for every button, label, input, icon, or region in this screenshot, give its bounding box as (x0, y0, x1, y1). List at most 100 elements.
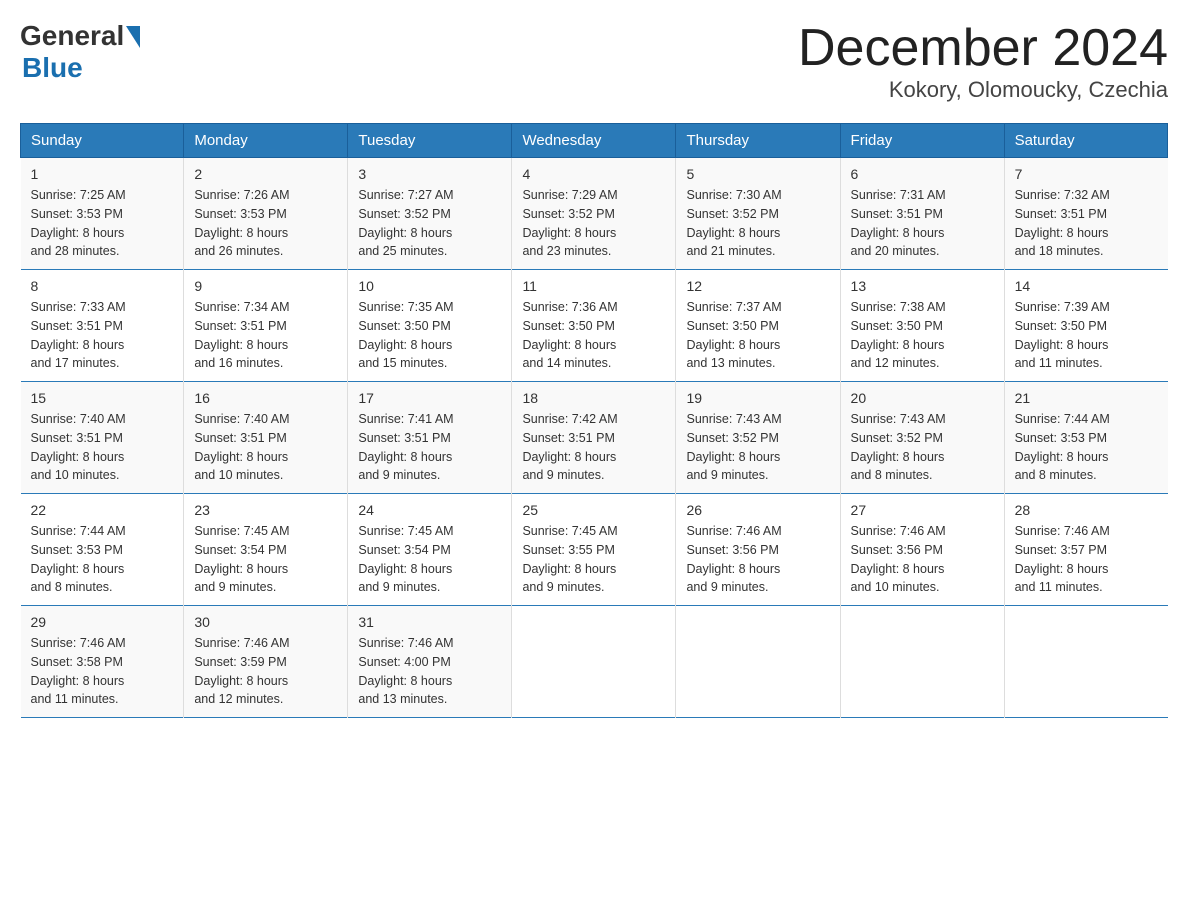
header-wednesday: Wednesday (512, 124, 676, 158)
day-cell: 3 Sunrise: 7:27 AMSunset: 3:52 PMDayligh… (348, 158, 512, 270)
day-cell: 7 Sunrise: 7:32 AMSunset: 3:51 PMDayligh… (1004, 158, 1167, 270)
day-info: Sunrise: 7:29 AMSunset: 3:52 PMDaylight:… (522, 186, 665, 261)
day-number: 10 (358, 278, 501, 294)
day-info: Sunrise: 7:30 AMSunset: 3:52 PMDaylight:… (686, 186, 829, 261)
day-info: Sunrise: 7:40 AMSunset: 3:51 PMDaylight:… (31, 410, 174, 485)
day-info: Sunrise: 7:46 AMSunset: 4:00 PMDaylight:… (358, 634, 501, 709)
day-number: 13 (851, 278, 994, 294)
day-info: Sunrise: 7:41 AMSunset: 3:51 PMDaylight:… (358, 410, 501, 485)
day-number: 28 (1015, 502, 1158, 518)
day-number: 12 (686, 278, 829, 294)
day-number: 18 (522, 390, 665, 406)
week-row-4: 22 Sunrise: 7:44 AMSunset: 3:53 PMDaylig… (21, 494, 1168, 606)
day-number: 3 (358, 166, 501, 182)
day-number: 20 (851, 390, 994, 406)
logo-blue-text: Blue (22, 52, 83, 84)
day-cell: 14 Sunrise: 7:39 AMSunset: 3:50 PMDaylig… (1004, 270, 1167, 382)
week-row-1: 1 Sunrise: 7:25 AMSunset: 3:53 PMDayligh… (21, 158, 1168, 270)
day-number: 29 (31, 614, 174, 630)
day-number: 16 (194, 390, 337, 406)
day-number: 14 (1015, 278, 1158, 294)
logo-general-text: General (20, 20, 124, 52)
day-cell: 27 Sunrise: 7:46 AMSunset: 3:56 PMDaylig… (840, 494, 1004, 606)
day-cell: 28 Sunrise: 7:46 AMSunset: 3:57 PMDaylig… (1004, 494, 1167, 606)
page-header: General Blue December 2024 Kokory, Olomo… (20, 20, 1168, 103)
header-sunday: Sunday (21, 124, 184, 158)
week-row-5: 29 Sunrise: 7:46 AMSunset: 3:58 PMDaylig… (21, 606, 1168, 718)
day-info: Sunrise: 7:34 AMSunset: 3:51 PMDaylight:… (194, 298, 337, 373)
page-subtitle: Kokory, Olomoucky, Czechia (798, 77, 1168, 103)
header-monday: Monday (184, 124, 348, 158)
header-tuesday: Tuesday (348, 124, 512, 158)
day-cell: 2 Sunrise: 7:26 AMSunset: 3:53 PMDayligh… (184, 158, 348, 270)
day-info: Sunrise: 7:44 AMSunset: 3:53 PMDaylight:… (31, 522, 174, 597)
logo-arrow-icon (126, 26, 140, 48)
day-info: Sunrise: 7:39 AMSunset: 3:50 PMDaylight:… (1015, 298, 1158, 373)
day-cell: 23 Sunrise: 7:45 AMSunset: 3:54 PMDaylig… (184, 494, 348, 606)
header-thursday: Thursday (676, 124, 840, 158)
day-number: 15 (31, 390, 174, 406)
day-cell: 31 Sunrise: 7:46 AMSunset: 4:00 PMDaylig… (348, 606, 512, 718)
day-number: 23 (194, 502, 337, 518)
day-number: 22 (31, 502, 174, 518)
day-number: 21 (1015, 390, 1158, 406)
day-info: Sunrise: 7:36 AMSunset: 3:50 PMDaylight:… (522, 298, 665, 373)
day-number: 11 (522, 278, 665, 294)
day-number: 9 (194, 278, 337, 294)
day-info: Sunrise: 7:31 AMSunset: 3:51 PMDaylight:… (851, 186, 994, 261)
day-cell: 15 Sunrise: 7:40 AMSunset: 3:51 PMDaylig… (21, 382, 184, 494)
day-info: Sunrise: 7:45 AMSunset: 3:54 PMDaylight:… (358, 522, 501, 597)
day-info: Sunrise: 7:46 AMSunset: 3:57 PMDaylight:… (1015, 522, 1158, 597)
day-info: Sunrise: 7:25 AMSunset: 3:53 PMDaylight:… (31, 186, 174, 261)
day-number: 4 (522, 166, 665, 182)
day-cell (1004, 606, 1167, 718)
day-info: Sunrise: 7:35 AMSunset: 3:50 PMDaylight:… (358, 298, 501, 373)
header-friday: Friday (840, 124, 1004, 158)
day-cell (840, 606, 1004, 718)
day-number: 6 (851, 166, 994, 182)
day-cell: 22 Sunrise: 7:44 AMSunset: 3:53 PMDaylig… (21, 494, 184, 606)
day-info: Sunrise: 7:45 AMSunset: 3:55 PMDaylight:… (522, 522, 665, 597)
day-number: 8 (31, 278, 174, 294)
day-info: Sunrise: 7:45 AMSunset: 3:54 PMDaylight:… (194, 522, 337, 597)
day-info: Sunrise: 7:37 AMSunset: 3:50 PMDaylight:… (686, 298, 829, 373)
page-title: December 2024 (798, 20, 1168, 77)
day-cell: 25 Sunrise: 7:45 AMSunset: 3:55 PMDaylig… (512, 494, 676, 606)
day-info: Sunrise: 7:26 AMSunset: 3:53 PMDaylight:… (194, 186, 337, 261)
week-row-3: 15 Sunrise: 7:40 AMSunset: 3:51 PMDaylig… (21, 382, 1168, 494)
day-info: Sunrise: 7:43 AMSunset: 3:52 PMDaylight:… (686, 410, 829, 485)
day-cell: 1 Sunrise: 7:25 AMSunset: 3:53 PMDayligh… (21, 158, 184, 270)
day-cell: 12 Sunrise: 7:37 AMSunset: 3:50 PMDaylig… (676, 270, 840, 382)
day-info: Sunrise: 7:32 AMSunset: 3:51 PMDaylight:… (1015, 186, 1158, 261)
day-cell: 16 Sunrise: 7:40 AMSunset: 3:51 PMDaylig… (184, 382, 348, 494)
day-cell: 24 Sunrise: 7:45 AMSunset: 3:54 PMDaylig… (348, 494, 512, 606)
day-number: 30 (194, 614, 337, 630)
day-cell: 21 Sunrise: 7:44 AMSunset: 3:53 PMDaylig… (1004, 382, 1167, 494)
day-cell: 26 Sunrise: 7:46 AMSunset: 3:56 PMDaylig… (676, 494, 840, 606)
day-info: Sunrise: 7:44 AMSunset: 3:53 PMDaylight:… (1015, 410, 1158, 485)
day-info: Sunrise: 7:46 AMSunset: 3:58 PMDaylight:… (31, 634, 174, 709)
day-info: Sunrise: 7:42 AMSunset: 3:51 PMDaylight:… (522, 410, 665, 485)
day-cell: 17 Sunrise: 7:41 AMSunset: 3:51 PMDaylig… (348, 382, 512, 494)
day-cell (512, 606, 676, 718)
day-cell: 11 Sunrise: 7:36 AMSunset: 3:50 PMDaylig… (512, 270, 676, 382)
week-row-2: 8 Sunrise: 7:33 AMSunset: 3:51 PMDayligh… (21, 270, 1168, 382)
day-info: Sunrise: 7:40 AMSunset: 3:51 PMDaylight:… (194, 410, 337, 485)
day-info: Sunrise: 7:38 AMSunset: 3:50 PMDaylight:… (851, 298, 994, 373)
day-number: 25 (522, 502, 665, 518)
day-info: Sunrise: 7:27 AMSunset: 3:52 PMDaylight:… (358, 186, 501, 261)
day-number: 17 (358, 390, 501, 406)
day-number: 31 (358, 614, 501, 630)
day-cell: 29 Sunrise: 7:46 AMSunset: 3:58 PMDaylig… (21, 606, 184, 718)
day-cell: 6 Sunrise: 7:31 AMSunset: 3:51 PMDayligh… (840, 158, 1004, 270)
day-number: 7 (1015, 166, 1158, 182)
calendar-header-row: SundayMondayTuesdayWednesdayThursdayFrid… (21, 124, 1168, 158)
day-number: 2 (194, 166, 337, 182)
day-number: 5 (686, 166, 829, 182)
day-info: Sunrise: 7:46 AMSunset: 3:56 PMDaylight:… (851, 522, 994, 597)
calendar-table: SundayMondayTuesdayWednesdayThursdayFrid… (20, 123, 1168, 718)
day-cell: 19 Sunrise: 7:43 AMSunset: 3:52 PMDaylig… (676, 382, 840, 494)
day-info: Sunrise: 7:33 AMSunset: 3:51 PMDaylight:… (31, 298, 174, 373)
day-cell (676, 606, 840, 718)
header-saturday: Saturday (1004, 124, 1167, 158)
